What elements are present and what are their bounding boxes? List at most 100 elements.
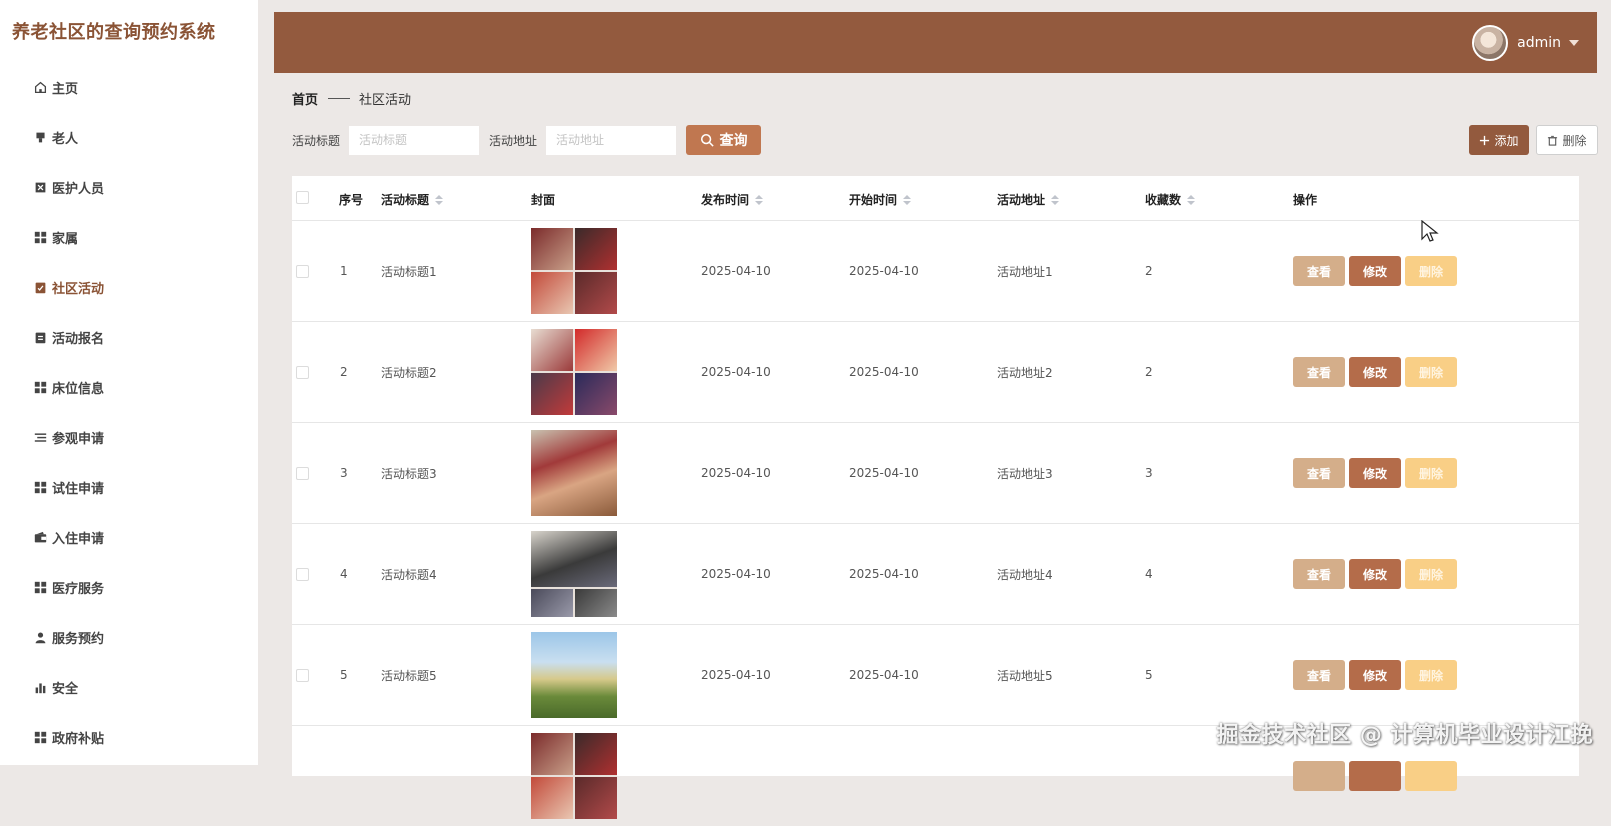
row-actions: 查看 修改 删除 <box>1293 524 1461 624</box>
sidebar-item-label: 参观申请 <box>52 428 104 447</box>
sidebar-item-activity-signup[interactable]: 活动报名 <box>0 312 258 362</box>
view-button[interactable]: 查看 <box>1293 559 1345 589</box>
sort-icon[interactable] <box>1187 195 1195 205</box>
row-checkbox[interactable] <box>296 625 309 725</box>
row-start-time: 2025-04-10 <box>849 221 919 321</box>
row-index: 3 <box>340 423 348 523</box>
cover-image <box>531 632 617 718</box>
row-publish-time: 2025-04-10 <box>701 625 771 725</box>
sidebar-item-government-subsidy[interactable]: 政府补贴 <box>0 712 258 762</box>
col-favorites[interactable]: 收藏数 <box>1145 191 1195 208</box>
sidebar-item-bed-info[interactable]: 床位信息 <box>0 362 258 412</box>
view-button[interactable] <box>1293 761 1345 791</box>
medical-staff-icon <box>33 180 47 194</box>
chevron-down-icon[interactable] <box>1569 40 1579 46</box>
list-icon <box>33 430 47 444</box>
edit-button[interactable]: 修改 <box>1349 660 1401 690</box>
sidebar-item-community-activities[interactable]: 社区活动 <box>0 262 258 312</box>
col-start-time[interactable]: 开始时间 <box>849 191 911 208</box>
elder-icon <box>33 130 47 144</box>
row-start-time: 2025-04-10 <box>849 625 919 725</box>
row-start-time: 2025-04-10 <box>849 423 919 523</box>
sidebar-item-service-booking[interactable]: 服务预约 <box>0 612 258 662</box>
title-search-input[interactable] <box>349 126 479 155</box>
row-checkbox[interactable] <box>296 423 309 523</box>
sidebar-item-trial-stay[interactable]: 试住申请 <box>0 462 258 512</box>
batch-delete-button[interactable]: 删除 <box>1536 125 1598 155</box>
view-button[interactable]: 查看 <box>1293 458 1345 488</box>
sidebar-item-label: 床位信息 <box>52 378 104 397</box>
row-actions: 查看 修改 删除 <box>1293 423 1461 523</box>
cover-image <box>531 733 617 819</box>
sidebar-item-label: 试住申请 <box>52 478 104 497</box>
edit-button[interactable]: 修改 <box>1349 256 1401 286</box>
app-title: 养老社区的查询预约系统 <box>12 18 216 44</box>
avatar[interactable] <box>1472 25 1508 61</box>
user-menu[interactable]: admin <box>1472 24 1579 62</box>
breadcrumb-home[interactable]: 首页 <box>292 89 318 108</box>
sort-icon[interactable] <box>1051 195 1059 205</box>
sidebar-item-home[interactable]: 主页 <box>0 62 258 112</box>
sidebar-item-security[interactable]: 安全 <box>0 662 258 712</box>
row-cover <box>531 423 617 523</box>
row-index: 1 <box>340 221 348 321</box>
delete-button[interactable]: 删除 <box>1405 660 1457 690</box>
row-cover <box>531 625 617 725</box>
row-title: 活动标题5 <box>381 625 437 725</box>
delete-button[interactable]: 删除 <box>1405 559 1457 589</box>
query-button[interactable]: 查询 <box>686 125 761 155</box>
sidebar-item-medical-service[interactable]: 医疗服务 <box>0 562 258 612</box>
grid-icon <box>33 580 47 594</box>
row-checkbox[interactable] <box>296 322 309 422</box>
row-checkbox[interactable] <box>296 524 309 624</box>
view-button[interactable]: 查看 <box>1293 357 1345 387</box>
username[interactable]: admin <box>1517 35 1561 51</box>
sidebar-item-label: 家属 <box>52 228 78 247</box>
grid-icon <box>33 230 47 244</box>
edit-button[interactable] <box>1349 761 1401 791</box>
sidebar-item-elderly[interactable]: 老人 <box>0 112 258 162</box>
edit-button[interactable]: 修改 <box>1349 559 1401 589</box>
delete-button[interactable]: 删除 <box>1405 357 1457 387</box>
row-start-time: 2025-04-10 <box>849 524 919 624</box>
activity-table: 序号 活动标题 封面 发布时间 开始时间 活动地址 收藏数 操作 1 活动标题1… <box>292 176 1579 776</box>
row-index: 5 <box>340 625 348 725</box>
col-publish-time[interactable]: 发布时间 <box>701 191 763 208</box>
view-button[interactable]: 查看 <box>1293 660 1345 690</box>
row-checkbox[interactable] <box>296 221 309 321</box>
view-button[interactable]: 查看 <box>1293 256 1345 286</box>
sidebar-item-visit-application[interactable]: 参观申请 <box>0 412 258 462</box>
sort-icon[interactable] <box>903 195 911 205</box>
bar-chart-icon <box>33 680 47 694</box>
sidebar-item-medical-staff[interactable]: 医护人员 <box>0 162 258 212</box>
delete-button[interactable]: 删除 <box>1405 458 1457 488</box>
row-favorites: 2 <box>1145 221 1153 321</box>
row-cover <box>531 322 617 422</box>
sidebar-menu: 主页 老人 医护人员 家属 社区活动 活动报名 床位信息 参观申请 <box>0 62 258 762</box>
sidebar-item-family[interactable]: 家属 <box>0 212 258 262</box>
table-header: 序号 活动标题 封面 发布时间 开始时间 活动地址 收藏数 操作 <box>292 176 1579 220</box>
col-address[interactable]: 活动地址 <box>997 191 1059 208</box>
table-row: 1 活动标题1 2025-04-10 2025-04-10 活动地址1 2 查看… <box>292 220 1579 321</box>
sort-icon[interactable] <box>755 195 763 205</box>
row-publish-time: 2025-04-10 <box>701 423 771 523</box>
address-search-input[interactable] <box>546 126 676 155</box>
edit-button[interactable]: 修改 <box>1349 458 1401 488</box>
sidebar-item-checkin-application[interactable]: 入住申请 <box>0 512 258 562</box>
row-title: 活动标题3 <box>381 423 437 523</box>
sidebar: 养老社区的查询预约系统 主页 老人 医护人员 家属 社区活动 活动报名 床位信息 <box>0 0 258 765</box>
delete-button[interactable] <box>1405 761 1457 791</box>
col-title[interactable]: 活动标题 <box>381 191 443 208</box>
breadcrumb-current: 社区活动 <box>359 89 411 108</box>
row-publish-time: 2025-04-10 <box>701 322 771 422</box>
select-all-checkbox[interactable] <box>296 191 309 204</box>
delete-button[interactable]: 删除 <box>1405 256 1457 286</box>
edit-button[interactable]: 修改 <box>1349 357 1401 387</box>
sidebar-item-label: 主页 <box>52 78 78 97</box>
sort-icon[interactable] <box>435 195 443 205</box>
row-cover <box>531 524 617 624</box>
row-cover <box>531 221 617 321</box>
add-button[interactable]: 添加 <box>1469 125 1529 155</box>
clipboard-check-icon <box>33 280 47 294</box>
row-actions: 查看 修改 删除 <box>1293 322 1461 422</box>
